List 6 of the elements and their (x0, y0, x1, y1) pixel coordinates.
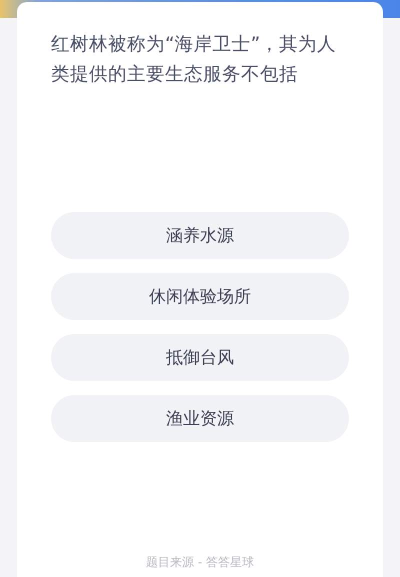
answer-option[interactable]: 抵御台风 (51, 334, 349, 381)
answer-option[interactable]: 休闲体验场所 (51, 273, 349, 320)
answer-option[interactable]: 渔业资源 (51, 395, 349, 442)
question-text: 红树林被称为“海岸卫士”，其为人类提供的主要生态服务不包括 (51, 33, 338, 87)
source-credit: 题目来源 - 答答星球 (146, 554, 254, 571)
answer-option[interactable]: 涵养水源 (51, 212, 349, 259)
